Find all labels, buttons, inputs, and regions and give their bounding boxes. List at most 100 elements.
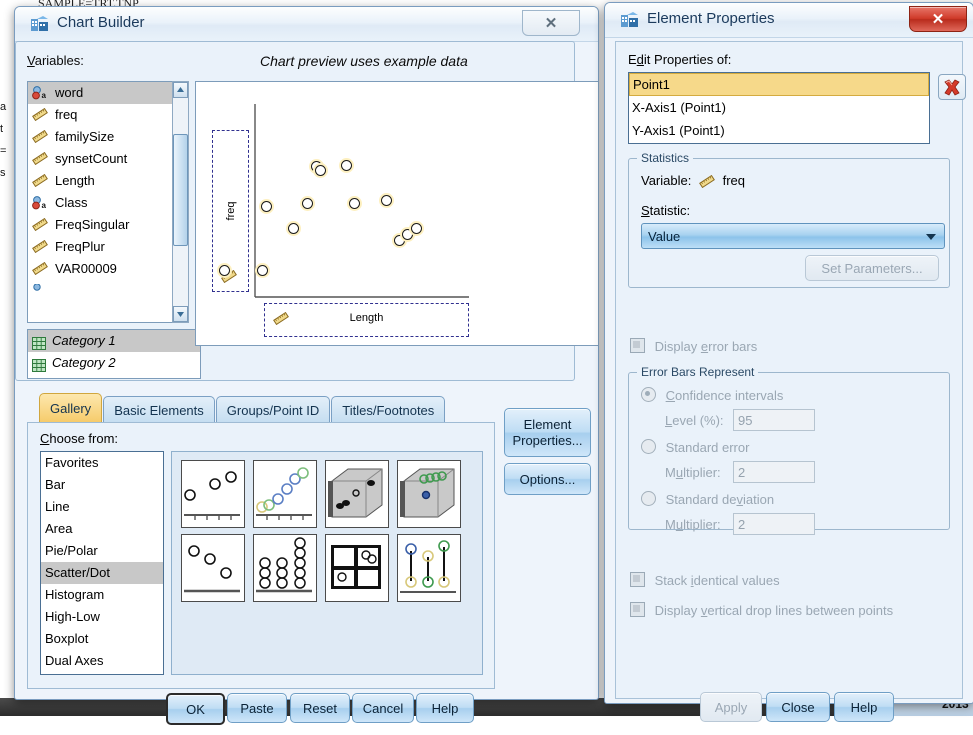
close-button[interactable]: Close — [766, 692, 830, 722]
category-item[interactable]: Category 2 — [28, 352, 200, 374]
options-button[interactable]: Options... — [504, 463, 591, 495]
chart-builder-tabs: Gallery Basic Elements Groups/Point ID Titl… — [39, 393, 446, 425]
statistic-select[interactable]: Value — [641, 223, 945, 249]
confidence-intervals-radio[interactable] — [641, 387, 656, 402]
display-error-bars-checkbox[interactable] — [630, 338, 645, 353]
gallery-item-scatter-dot[interactable]: Scatter/Dot — [41, 562, 163, 584]
apply-button[interactable]: Apply — [700, 692, 762, 722]
ok-button[interactable]: OK — [166, 693, 225, 725]
thumbnail-scatter-matrix[interactable] — [181, 534, 245, 602]
variable-row: Variable: freq — [641, 173, 745, 191]
variable-item[interactable]: freq — [28, 104, 183, 126]
gallery-item-boxplot[interactable]: Boxplot — [41, 628, 163, 650]
variable-item[interactable]: synsetCount — [28, 148, 183, 170]
standard-error-multiplier-input[interactable]: 2 — [733, 461, 815, 483]
tab-groups-point-id[interactable]: Groups/Point ID — [215, 396, 331, 425]
scatter-point — [338, 157, 354, 173]
thumbnail-summary-point-plot[interactable] — [397, 534, 461, 602]
variable-item[interactable]: FreqSingular — [28, 214, 183, 236]
gallery-item-bar[interactable]: Bar — [41, 474, 163, 496]
element-properties-close-button[interactable]: ✕ — [909, 6, 967, 32]
tab-basic-elements[interactable]: Basic Elements — [103, 396, 215, 425]
variable-item[interactable]: a Class — [28, 192, 183, 214]
stack-identical-values-label: Stack identical values — [654, 573, 780, 588]
stack-identical-values-checkbox[interactable] — [630, 572, 645, 587]
variables-list[interactable]: a word freq familySize synsetCount Lengt… — [27, 81, 184, 323]
categories-list[interactable]: Category 1 Category 2 — [27, 329, 201, 379]
x-axis-variable-label: Length — [349, 312, 384, 324]
display-error-bars-checkbox-row[interactable]: Display error bars — [630, 338, 757, 354]
gallery-item-pie-polar[interactable]: Pie/Polar — [41, 540, 163, 562]
tab-titles-footnotes[interactable]: Titles/Footnotes — [331, 396, 446, 425]
gallery-item-area[interactable]: Area — [41, 518, 163, 540]
variable-item[interactable]: FreqPlur — [28, 236, 183, 258]
thumbnail-drop-line[interactable] — [325, 534, 389, 602]
scatter-point-marker — [301, 197, 313, 209]
element-properties-footer: Apply Close Help — [616, 682, 973, 732]
gallery-item-high-low[interactable]: High-Low — [41, 606, 163, 628]
chart-builder-icon — [31, 16, 48, 31]
scroll-down-arrow-icon[interactable] — [173, 306, 188, 322]
scrollbar-thumb[interactable] — [173, 134, 188, 246]
display-drop-lines-row[interactable]: Display vertical drop lines between poin… — [630, 602, 893, 618]
standard-deviation-multiplier-input[interactable]: 2 — [733, 513, 815, 535]
variable-label: FreqPlur — [55, 239, 105, 254]
thumbnail-simple-scatter[interactable] — [181, 460, 245, 528]
scatter-point-marker — [348, 197, 360, 209]
scatter-point-marker — [410, 222, 422, 234]
chart-preview-canvas[interactable]: freq Length — [195, 81, 599, 346]
x-axis-drop-zone[interactable]: Length — [264, 303, 469, 337]
reset-button[interactable]: Reset — [290, 693, 350, 723]
edit-properties-list[interactable]: Point1 X-Axis1 (Point1) Y-Axis1 (Point1) — [628, 72, 930, 144]
thumbnail-grouped-3d-scatter[interactable] — [397, 460, 461, 528]
property-item-x-axis1[interactable]: X-Axis1 (Point1) — [629, 96, 929, 119]
chart-builder-titlebar[interactable]: Chart Builder ✕ — [15, 7, 598, 42]
stack-identical-values-row[interactable]: Stack identical values — [630, 572, 780, 588]
property-item-y-axis1[interactable]: Y-Axis1 (Point1) — [629, 119, 929, 142]
variable-item[interactable]: VAR00009 — [28, 258, 183, 280]
scroll-up-arrow-icon[interactable] — [173, 82, 188, 98]
ep-help-button[interactable]: Help — [834, 692, 894, 722]
close-icon: ✕ — [931, 11, 945, 28]
chart-builder-close-button[interactable]: ✕ — [522, 10, 580, 36]
gallery-item-line[interactable]: Line — [41, 496, 163, 518]
gallery-item-dual-axes[interactable]: Dual Axes — [41, 650, 163, 672]
confidence-intervals-radio-row[interactable]: Confidence intervals — [641, 387, 783, 403]
thumbnail-simple-dot-plot[interactable] — [253, 534, 317, 602]
element-properties-titlebar[interactable]: Element Properties ✕ — [605, 3, 973, 38]
variable-item[interactable]: Length — [28, 170, 183, 192]
gallery-tab-panel: Choose from: Favorites Bar Line Area Pie… — [27, 422, 495, 689]
standard-deviation-radio[interactable] — [641, 491, 656, 506]
standard-error-radio-row[interactable]: Standard error — [641, 439, 749, 455]
set-parameters-button[interactable]: Set Parameters... — [805, 255, 939, 281]
paste-button[interactable]: Paste — [227, 693, 287, 723]
scale-ruler-icon — [32, 262, 50, 276]
thumbnail-3d-scatter[interactable] — [325, 460, 389, 528]
level-input[interactable]: 95 — [733, 409, 815, 431]
variable-item-partial[interactable] — [28, 280, 183, 302]
gallery-type-list[interactable]: Favorites Bar Line Area Pie/Polar Scatte… — [40, 451, 164, 675]
variables-scrollbar[interactable] — [172, 81, 189, 323]
variable-label: Class — [55, 195, 88, 210]
confidence-intervals-label: Confidence intervals — [665, 388, 784, 403]
cancel-button[interactable]: Cancel — [352, 693, 414, 723]
standard-error-multiplier-value: 2 — [738, 464, 746, 480]
standard-error-radio[interactable] — [641, 439, 656, 454]
property-item-point1[interactable]: Point1 — [629, 73, 929, 96]
element-properties-panel: Edit Properties of: Point1 X-Axis1 (Poin… — [615, 41, 966, 722]
gallery-item-histogram[interactable]: Histogram — [41, 584, 163, 606]
variable-item[interactable]: familySize — [28, 126, 183, 148]
thumbnail-grouped-scatter[interactable] — [253, 460, 317, 528]
element-properties-button[interactable]: Element Properties... — [504, 408, 591, 457]
close-button-label: Close — [781, 699, 815, 715]
help-button[interactable]: Help — [416, 693, 474, 723]
delete-element-button[interactable] — [938, 74, 966, 100]
tab-gallery[interactable]: Gallery — [39, 393, 103, 425]
standard-deviation-radio-row[interactable]: Standard deviation — [641, 491, 774, 507]
category-item[interactable]: Category 1 — [28, 330, 200, 352]
display-drop-lines-checkbox[interactable] — [630, 602, 645, 617]
gallery-item-favorites[interactable]: Favorites — [41, 452, 163, 474]
variable-item[interactable]: a word — [28, 82, 183, 104]
display-error-bars-label: Display error bars — [654, 339, 758, 354]
scatter-point-marker — [380, 194, 392, 206]
